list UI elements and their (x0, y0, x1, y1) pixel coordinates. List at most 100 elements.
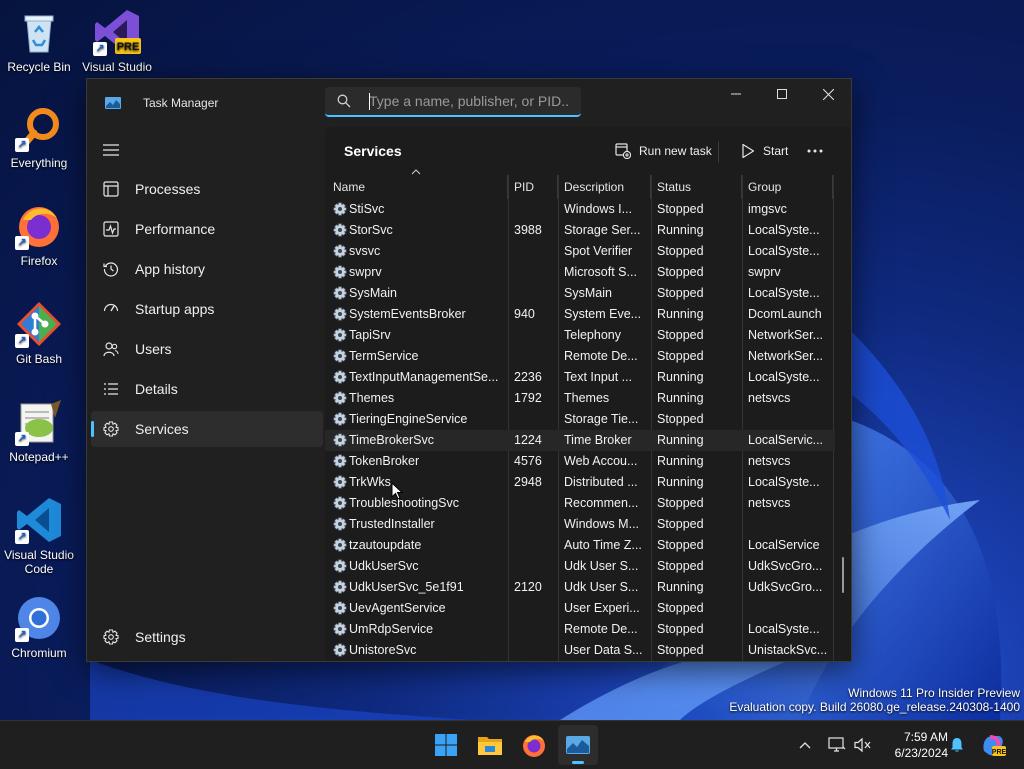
table-row[interactable]: UdkUserSvc Udk User S... Stopped UdkSvcGro.… (325, 556, 835, 577)
cell-group: LocalSyste... (748, 370, 820, 384)
table-row[interactable]: SystemEventsBroker 940 System Eve... Runnin… (325, 304, 835, 325)
notifications-button[interactable] (946, 721, 968, 769)
table-row[interactable]: TrustedInstaller Windows M... Stopped (325, 514, 835, 535)
nav-item-details[interactable]: Details (91, 371, 323, 407)
title-bar[interactable]: Task Manager (87, 79, 851, 127)
table-row[interactable]: UevAgentService User Experi... Stopped (325, 598, 835, 619)
column-header-name[interactable]: Name (327, 169, 508, 199)
column-header-group[interactable]: Group (742, 175, 833, 199)
cell-description: Remote De... (564, 622, 638, 636)
nav-item-services[interactable]: Services (91, 411, 323, 447)
more-options-button[interactable] (805, 141, 825, 161)
column-header-description[interactable]: Description (558, 175, 651, 199)
cell-description: Windows M... (564, 517, 640, 531)
copilot-button[interactable]: PRE (978, 721, 1008, 769)
service-gear-icon (333, 286, 347, 300)
nav-item-app-history[interactable]: App history (91, 251, 323, 287)
file-explorer-button[interactable] (470, 725, 510, 765)
recycle-bin-icon (15, 8, 63, 56)
table-row[interactable]: StorSvc 3988 Storage Ser... Running LocalSys… (325, 220, 835, 241)
cell-pid: 1224 (514, 433, 542, 447)
cell-name: TieringEngineService (349, 412, 468, 426)
cell-name: SystemEventsBroker (349, 307, 466, 321)
nav-item-settings[interactable]: Settings (91, 619, 323, 655)
firefox-taskbar-button[interactable] (514, 725, 554, 765)
shortcut-arrow-icon: ↗ (15, 236, 29, 250)
table-row[interactable]: TextInputManagementSe... 2236 Text Input .… (325, 367, 835, 388)
cell-description: Time Broker (564, 433, 632, 447)
notification-bell-icon (951, 738, 963, 752)
table-row[interactable]: StiSvc Windows I... Stopped imgsvc (325, 199, 835, 220)
selection-indicator (91, 421, 94, 437)
cell-description: Storage Ser... (564, 223, 641, 237)
taskbar-clock[interactable]: 7:59 AM 6/23/2024 (878, 729, 948, 761)
start-button[interactable] (426, 725, 466, 765)
table-row[interactable]: Themes 1792 Themes Running netsvcs (325, 388, 835, 409)
search-input[interactable] (369, 91, 569, 111)
sort-ascending-icon (411, 169, 421, 175)
table-row[interactable]: UnistoreSvc User Data S... Stopped Unistack… (325, 640, 835, 661)
nav-item-processes[interactable]: Processes (91, 171, 323, 207)
run-new-task-button[interactable]: Run new task (615, 139, 712, 163)
minimize-button[interactable] (713, 79, 759, 109)
git-bash-icon: ↗ (15, 300, 63, 348)
vertical-scrollbar-thumb[interactable] (842, 557, 844, 593)
desktop-icon-recycle-bin[interactable]: Recycle Bin (1, 8, 77, 74)
desktop-icon-label: Chromium (11, 646, 67, 660)
nav-item-performance[interactable]: Performance (91, 211, 323, 247)
desktop-icon-firefox[interactable]: ↗ Firefox (1, 202, 77, 268)
hamburger-menu-button[interactable] (103, 143, 119, 157)
service-gear-icon (333, 265, 347, 279)
evaluation-watermark: Windows 11 Pro Insider Preview Evaluatio… (729, 686, 1020, 714)
nav-item-users[interactable]: Users (91, 331, 323, 367)
desktop-icon-vscode[interactable]: ↗ Visual Studio Code (1, 496, 77, 576)
cell-pid (514, 619, 556, 640)
cell-description: System Eve... (564, 307, 642, 321)
table-row[interactable]: tzautoupdate Auto Time Z... Stopped LocalSe… (325, 535, 835, 556)
column-header-pid[interactable]: PID (508, 175, 558, 199)
desktop-icon-visual-studio[interactable]: PRE ↗ Visual Studio 2022 Preview (79, 8, 155, 74)
text-caret (369, 93, 370, 110)
table-row[interactable]: UmRdpService Remote De... Stopped LocalSyst… (325, 619, 835, 640)
desktop-icon-everything[interactable]: ↗ Everything (1, 104, 77, 170)
desktop-icon-notepad-plus-plus[interactable]: ↗ Notepad++ (1, 398, 77, 464)
cell-name: TextInputManagementSe... (349, 370, 499, 384)
desktop-icon-git-bash[interactable]: ↗ Git Bash (1, 300, 77, 366)
cell-name: StorSvc (349, 223, 393, 237)
nav-item-label: Details (135, 381, 178, 397)
hamburger-icon (103, 144, 119, 156)
cell-pid: 940 (514, 307, 535, 321)
cell-pid: 3988 (514, 223, 542, 237)
show-hidden-icons-button[interactable] (794, 721, 816, 769)
cell-pid (514, 409, 556, 430)
desktop-icon-label: Git Bash (15, 352, 63, 366)
table-row[interactable]: TapiSrv Telephony Stopped NetworkSer... (325, 325, 835, 346)
chevron-up-icon (799, 742, 811, 749)
table-row[interactable]: SysMain SysMain Stopped LocalSyste... (325, 283, 835, 304)
table-row[interactable]: TokenBroker 4576 Web Accou... Running netsvc… (325, 451, 835, 472)
cell-name: TroubleshootingSvc (349, 496, 460, 510)
close-button[interactable] (805, 79, 851, 109)
desktop-icon-label: Everything (10, 156, 68, 170)
nav-item-startup-apps[interactable]: Startup apps (91, 291, 323, 327)
task-manager-taskbar-button[interactable] (558, 725, 598, 765)
cell-name: StiSvc (349, 202, 385, 216)
table-row[interactable]: TermService Remote De... Stopped NetworkSer… (325, 346, 835, 367)
desktop-icon-chromium[interactable]: ↗ Chromium (1, 594, 77, 660)
task-manager-icon (105, 96, 121, 109)
cell-status: Running (657, 307, 704, 321)
table-row[interactable]: UdkUserSvc_5e1f91 2120 Udk User S... Runnin… (325, 577, 835, 598)
table-row[interactable]: svsvc Spot Verifier Stopped LocalSyste... (325, 241, 835, 262)
start-service-button[interactable]: Start (741, 139, 788, 163)
maximize-button[interactable] (759, 79, 805, 109)
column-header-status[interactable]: Status (651, 175, 742, 199)
cell-name: TermService (349, 349, 419, 363)
table-row[interactable]: swprv Microsoft S... Stopped swprv (325, 262, 835, 283)
table-row[interactable]: TieringEngineService Storage Tie... Stoppe… (325, 409, 835, 430)
volume-button[interactable] (852, 721, 874, 769)
network-status-button[interactable] (826, 721, 848, 769)
cell-status: Running (657, 433, 704, 447)
cell-description: Telephony (564, 328, 621, 342)
table-row[interactable]: TimeBrokerSvc 1224 Time Broker Running Local… (325, 430, 835, 451)
search-box[interactable] (325, 87, 581, 117)
